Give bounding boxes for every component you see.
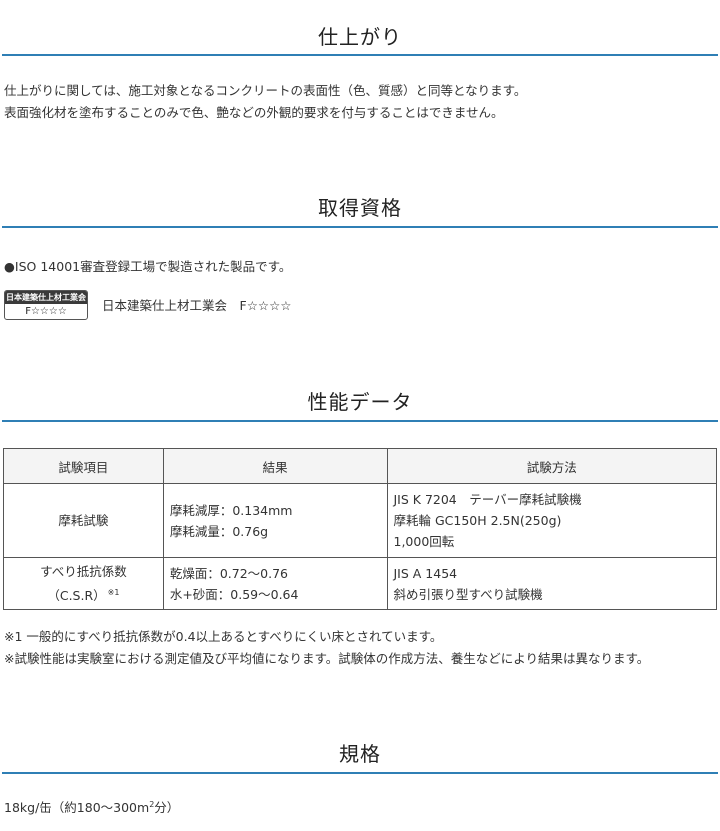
finish-line-2: 表面強化材を塗布することのみで色、艶などの外観的要求を付与することはできません。 [4, 105, 504, 120]
table-header-row: 試験項目 結果 試験方法 [3, 448, 717, 484]
cell-result: 乾燥面：0.72～0.76 水+砂面：0.59～0.64 [162, 557, 388, 610]
badge-association-name: 日本建築仕上材工業会 [5, 291, 87, 304]
cell-method: JIS K 7204 テーバー摩耗試験機 摩耗輪 GC150H 2.5N(250… [386, 483, 717, 558]
section-rule-qualification [2, 226, 718, 228]
section-title-performance: 性能データ [307, 390, 413, 414]
method-line: JIS A 1454 [393, 565, 458, 581]
result-line: 摩耗減厚：0.134mm [169, 502, 293, 518]
table-row: 摩耗試験 摩耗減厚：0.134mm 摩耗減量：0.76g JIS K 7204 … [3, 483, 717, 558]
section-title-finish: 仕上がり [318, 25, 402, 49]
method-line: 斜め引張り型すべり試験機 [393, 586, 543, 602]
section-title-spec: 規格 [339, 742, 381, 766]
header-result: 結果 [162, 448, 388, 484]
method-line: 摩耗輪 GC150H 2.5N(250g) [393, 513, 562, 528]
method-line: JIS K 7204 テーバー摩耗試験機 [393, 492, 582, 507]
spec-text: 18kg/缶（約180～300m2分） [4, 800, 180, 815]
performance-table: 試験項目 結果 試験方法 摩耗試験 摩耗減厚：0.134mm 摩耗減量：0.76… [3, 448, 717, 610]
table-row: すべり抵抗係数 （C.S.R） ※1 乾燥面：0.72～0.76 水+砂面：0.5… [3, 557, 717, 610]
badge-label-text: 日本建築仕上材工業会 F☆☆☆☆ [102, 298, 292, 313]
slip-resistance-label: すべり抵抗係数 [40, 564, 127, 579]
section-rule-spec [2, 772, 718, 774]
performance-notes: ※1 一般的にすべり抵抗係数が0.4以上あるとすべりにくい床とされています。 ※… [4, 626, 649, 670]
footnote-marker: ※1 [107, 588, 120, 597]
header-test-item: 試験項目 [3, 448, 164, 484]
section-rule-performance [2, 420, 718, 422]
cell-test-item: すべり抵抗係数 （C.S.R） ※1 [3, 557, 164, 610]
note-line: ※試験性能は実験室における測定値及び平均値になります。試験体の作成方法、養生など… [4, 651, 650, 666]
cell-test-item: 摩耗試験 [3, 483, 164, 558]
badge-rating: F☆☆☆☆ [25, 306, 67, 317]
abrasion-test-label: 摩耗試験 [58, 513, 109, 528]
cell-method: JIS A 1454 斜め引張り型すべり試験機 [386, 557, 717, 610]
section-rule-finish [2, 54, 718, 56]
result-line: 水+砂面：0.59～0.64 [169, 586, 299, 602]
result-line: 摩耗減量：0.76g [169, 523, 269, 539]
method-line: 1,000回転 [393, 534, 455, 549]
f-star-badge: 日本建築仕上材工業会 F☆☆☆☆ [4, 290, 88, 320]
section-title-qualification: 取得資格 [318, 196, 402, 220]
note-line: ※1 一般的にすべり抵抗係数が0.4以上あるとすべりにくい床とされています。 [4, 629, 443, 644]
slip-resistance-sub: （C.S.R） ※1 [47, 588, 120, 603]
finish-line-1: 仕上がりに関しては、施工対象となるコンクリートの表面性（色、質感）と同等となりま… [4, 83, 527, 98]
iso-certification-text: ●ISO 14001審査登録工場で製造された製品です。 [4, 259, 292, 274]
result-line: 乾燥面：0.72～0.76 [169, 565, 288, 581]
cell-result: 摩耗減厚：0.134mm 摩耗減量：0.76g [162, 483, 388, 558]
header-test-method: 試験方法 [386, 448, 717, 484]
finish-description: 仕上がりに関しては、施工対象となるコンクリートの表面性（色、質感）と同等となりま… [4, 80, 526, 124]
